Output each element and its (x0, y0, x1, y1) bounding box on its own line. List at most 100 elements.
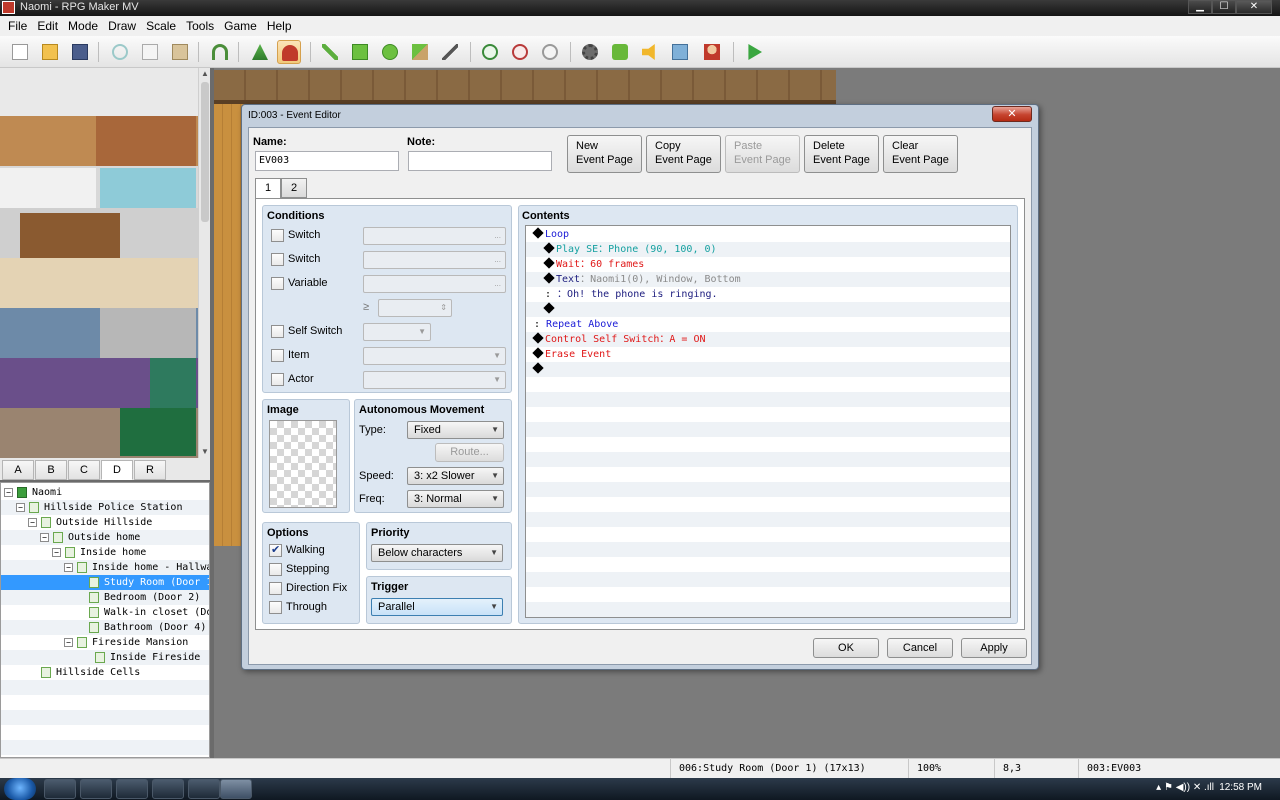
new-project-icon[interactable] (8, 40, 32, 64)
ellipse-icon[interactable] (378, 40, 402, 64)
undo-icon[interactable] (208, 40, 232, 64)
paste-event-page-button[interactable]: Paste Event Page (725, 135, 800, 173)
map-mode-icon[interactable] (248, 40, 272, 64)
contents-line[interactable]: Control Self Switch：A = ON (532, 332, 706, 347)
contents-line[interactable]: Text：Naomi1(0), Window, Bottom (543, 272, 741, 287)
map-tree-item[interactable]: − Hillside Police Station (1, 500, 209, 515)
apply-button[interactable]: Apply (961, 638, 1027, 658)
zoom-out-icon[interactable] (508, 40, 532, 64)
scroll-up-icon[interactable]: ▲ (199, 68, 211, 80)
contents-line[interactable] (532, 362, 545, 377)
system-tray[interactable]: ▴ ⚑ ◀)) ✕ .ıll (1156, 782, 1214, 793)
taskbar-ie-icon[interactable] (44, 779, 76, 799)
note-field[interactable] (408, 151, 552, 171)
through-checkbox[interactable] (269, 601, 282, 614)
minimize-button[interactable]: ▁ (1188, 0, 1212, 14)
database-icon[interactable] (578, 40, 602, 64)
rectangle-icon[interactable] (348, 40, 372, 64)
tileset-tab-c[interactable]: C (68, 460, 100, 480)
cancel-button[interactable]: Cancel (887, 638, 953, 658)
movement-type-dropdown[interactable]: Fixed ▼ (407, 421, 504, 439)
delete-event-page-button[interactable]: Delete Event Page (804, 135, 879, 173)
menu-tools[interactable]: Tools (181, 19, 219, 33)
dialog-close-button[interactable]: ✕ (992, 106, 1032, 122)
contents-line[interactable]: Erase Event (532, 347, 611, 362)
contents-line[interactable] (543, 302, 556, 317)
open-project-icon[interactable] (38, 40, 62, 64)
contents-line[interactable]: Loop (532, 227, 569, 242)
map-tree-item[interactable]: − Inside home (1, 545, 209, 560)
map-tree-item[interactable]: − Outside Hillside (1, 515, 209, 530)
actual-size-icon[interactable] (538, 40, 562, 64)
fill-icon[interactable] (408, 40, 432, 64)
self-switch-checkbox[interactable] (271, 325, 284, 338)
event-searcher-icon[interactable] (668, 40, 692, 64)
character-generator-icon[interactable] (700, 40, 724, 64)
playtest-icon[interactable] (742, 40, 766, 64)
collapse-icon[interactable]: − (4, 488, 13, 497)
event-image-preview[interactable] (269, 420, 337, 508)
clear-event-page-button[interactable]: Clear Event Page (883, 135, 958, 173)
plugin-manager-icon[interactable] (608, 40, 632, 64)
tileset-tab-b[interactable]: B (35, 460, 67, 480)
tileset-scrollbar[interactable]: ▲ ▼ (198, 68, 210, 458)
map-tree[interactable]: − Naomi − Hillside Police Station − Outside H… (0, 482, 210, 758)
item-checkbox[interactable] (271, 349, 284, 362)
map-tree-item[interactable]: Hillside Cells (1, 665, 209, 680)
menu-help[interactable]: Help (262, 19, 297, 33)
collapse-icon[interactable]: − (40, 533, 49, 542)
close-button[interactable]: ✕ (1236, 0, 1272, 14)
collapse-icon[interactable]: − (64, 563, 73, 572)
menu-mode[interactable]: Mode (63, 19, 103, 33)
collapse-icon[interactable]: − (16, 503, 25, 512)
menu-scale[interactable]: Scale (141, 19, 181, 33)
new-event-page-button[interactable]: New Event Page (567, 135, 642, 173)
taskbar-media-icon[interactable] (80, 779, 112, 799)
paste-icon[interactable] (168, 40, 192, 64)
menu-file[interactable]: File (3, 19, 32, 33)
map-tree-item[interactable]: − Naomi (1, 485, 209, 500)
map-tree-item[interactable]: Walk-in closet (Door 3) (1, 605, 209, 620)
event-mode-icon[interactable] (277, 40, 301, 64)
copy-icon[interactable] (138, 40, 162, 64)
tileset-tab-r[interactable]: R (134, 460, 166, 480)
map-tree-item[interactable]: Bathroom (Door 4) (1, 620, 209, 635)
zoom-in-icon[interactable] (478, 40, 502, 64)
tileset-tab-d[interactable]: D (101, 460, 133, 480)
contents-list[interactable]: Loop Play SE：Phone (90, 100, 0) Wait：60 fr… (525, 225, 1011, 618)
menu-draw[interactable]: Draw (103, 19, 141, 33)
collapse-icon[interactable]: − (28, 518, 37, 527)
cut-icon[interactable] (108, 40, 132, 64)
shadow-pen-icon[interactable] (438, 40, 462, 64)
contents-line[interactable]: : ：Oh! the phone is ringing. (545, 287, 718, 302)
taskbar-firefox-icon[interactable] (188, 779, 220, 799)
save-project-icon[interactable] (68, 40, 92, 64)
contents-line[interactable]: Wait：60 frames (543, 257, 644, 272)
collapse-icon[interactable]: − (64, 638, 73, 647)
walking-checkbox[interactable] (269, 543, 282, 557)
page-tab-2[interactable]: 2 (281, 178, 307, 198)
taskbar-rpgmaker-icon[interactable] (220, 779, 252, 799)
movement-speed-dropdown[interactable]: 3: x2 Slower ▼ (407, 467, 504, 485)
sound-test-icon[interactable] (638, 40, 662, 64)
map-tree-item[interactable]: Bedroom (Door 2) (1, 590, 209, 605)
switch2-checkbox[interactable] (271, 253, 284, 266)
map-tree-item[interactable]: Inside Fireside (1, 650, 209, 665)
map-tree-item[interactable]: − Fireside Mansion (1, 635, 209, 650)
contents-line[interactable]: : Repeat Above (534, 317, 618, 332)
pencil-icon[interactable] (318, 40, 342, 64)
map-tree-item[interactable]: Study Room (Door 1) (1, 575, 209, 590)
page-tab-1[interactable]: 1 (255, 178, 281, 199)
priority-dropdown[interactable]: Below characters ▼ (371, 544, 503, 562)
name-field[interactable]: EV003 (255, 151, 399, 171)
ok-button[interactable]: OK (813, 638, 879, 658)
movement-freq-dropdown[interactable]: 3: Normal ▼ (407, 490, 504, 508)
tileset-palette[interactable] (0, 68, 198, 458)
start-button[interactable] (4, 778, 36, 800)
stepping-checkbox[interactable] (269, 563, 282, 576)
copy-event-page-button[interactable]: Copy Event Page (646, 135, 721, 173)
variable-checkbox[interactable] (271, 277, 284, 290)
contents-line[interactable]: Play SE：Phone (90, 100, 0) (543, 242, 717, 257)
menu-game[interactable]: Game (219, 19, 262, 33)
map-tree-item[interactable]: − Outside home (1, 530, 209, 545)
